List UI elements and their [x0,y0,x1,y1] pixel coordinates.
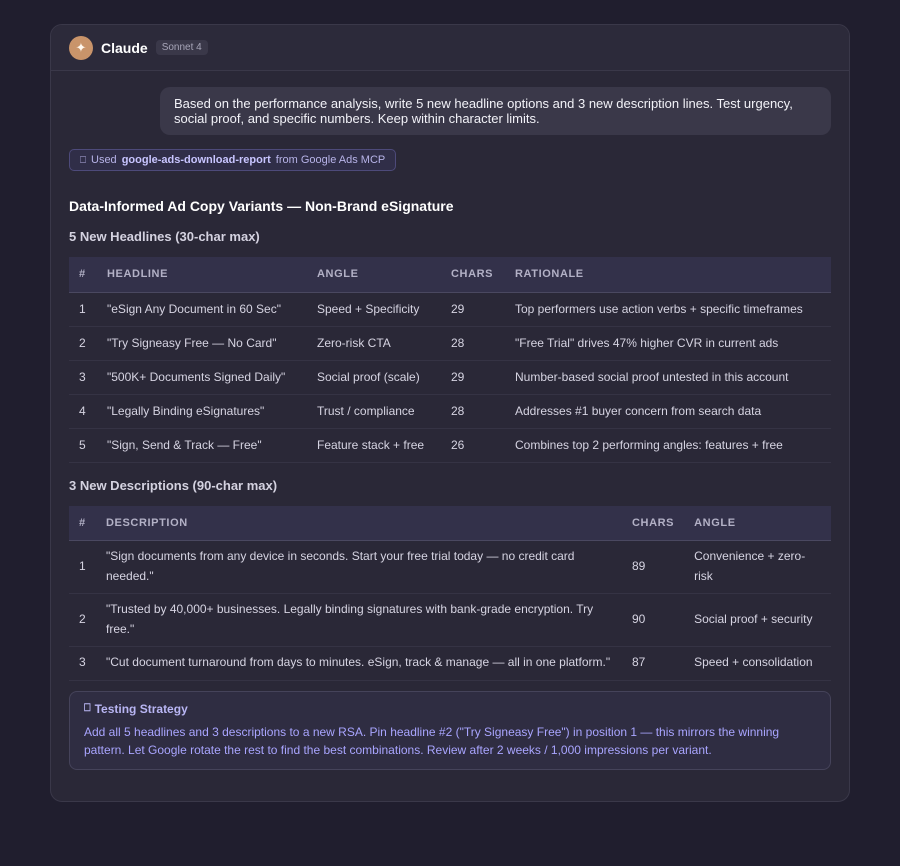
row-number: 1 [69,540,96,594]
row-number: 5 [69,428,97,463]
column-header: # [69,505,96,541]
chars-cell: 26 [441,428,505,463]
callout-body: Add all 5 headlines and 3 descriptions t… [84,724,780,757]
chat-window: ✦ Claude Sonnet 4 Based on the performan… [50,24,850,802]
box-icon: ⎕ [84,702,91,714]
chars-cell: 90 [622,593,685,647]
headline-cell: "eSign Any Document in 60 Sec" [97,292,307,327]
rationale-cell: "Free Trial" drives 47% higher CVR in cu… [505,326,831,361]
chars-cell: 29 [441,292,505,327]
headline-cell: "Try Signeasy Free — No Card" [97,326,307,361]
headline-cell: "Sign, Send & Track — Free" [97,428,307,463]
chars-cell: 89 [622,540,685,594]
table-row: 3 "500K+ Documents Signed Daily" Social … [69,360,831,395]
angle-cell: Speed + Specificity [307,292,441,327]
column-header: ANGLE [307,257,441,293]
row-number: 2 [69,326,97,361]
headline-cell: "Legally Binding eSignatures" [97,394,307,429]
rationale-cell: Addresses #1 buyer concern from search d… [505,394,831,429]
headline-cell: "500K+ Documents Signed Daily" [97,360,307,395]
column-header: HEADLINE [97,257,307,293]
chars-cell: 87 [622,646,685,681]
table-row: 4 "Legally Binding eSignatures" Trust / … [69,394,831,429]
column-header: CHARS [441,257,505,293]
angle-cell: Convenience + zero-risk [684,540,831,594]
headlines-heading: 5 New Headlines (30-char max) [69,229,260,244]
chars-cell: 28 [441,326,505,361]
table-header-row: # DESCRIPTION CHARS ANGLE [69,505,831,541]
response-title: Data-Informed Ad Copy Variants — Non-Bra… [69,198,454,214]
chars-cell: 28 [441,394,505,429]
description-cell: "Trusted by 40,000+ businesses. Legally … [96,593,622,647]
column-header: DESCRIPTION [96,505,622,541]
row-number: 3 [69,646,96,681]
rationale-cell: Combines top 2 performing angles: featur… [505,428,831,463]
column-header: ANGLE [684,505,831,541]
table-row: 2 "Trusted by 40,000+ businesses. Legall… [69,593,831,647]
table-row: 1 "Sign documents from any device in sec… [69,540,831,594]
table-row: 3 "Cut document turnaround from days to … [69,646,831,681]
chars-cell: 29 [441,360,505,395]
row-number: 1 [69,292,97,327]
table-row: 1 "eSign Any Document in 60 Sec" Speed +… [69,292,831,327]
testing-strategy-callout: ⎕ Testing Strategy Add all 5 headlines a… [69,690,831,770]
angle-cell: Speed + consolidation [684,646,831,681]
angle-cell: Trust / compliance [307,394,441,429]
tool-usage-prefix: Used [91,154,117,166]
rationale-cell: Number-based social proof untested in th… [505,360,831,395]
table-row: 5 "Sign, Send & Track — Free" Feature st… [69,428,831,463]
user-message: Based on the performance analysis, write… [160,87,831,135]
angle-cell: Feature stack + free [307,428,441,463]
headlines-table: # HEADLINE ANGLE CHARS RATIONALE 1 "eSig… [69,257,831,463]
model-badge[interactable]: Sonnet 4 [155,40,208,55]
angle-cell: Social proof + security [684,593,831,647]
tool-usage-suffix: from Google Ads MCP [275,154,386,166]
row-number: 2 [69,593,96,647]
row-number: 4 [69,394,97,429]
descriptions-table: # DESCRIPTION CHARS ANGLE 1 "Sign docume… [69,505,831,681]
angle-cell: Zero-risk CTA [307,326,441,361]
tool-usage-chip[interactable]: ⎕ Used google-ads-download-report from G… [69,149,397,171]
description-cell: "Cut document turnaround from days to mi… [96,646,622,681]
tool-icon: ⎕ [80,154,86,166]
conversation: Based on the performance analysis, write… [51,71,849,770]
callout-title: Testing Strategy [94,701,188,716]
table-row: 2 "Try Signeasy Free — No Card" Zero-ris… [69,326,831,361]
claude-avatar-icon: ✦ [69,35,93,60]
row-number: 3 [69,360,97,395]
angle-cell: Social proof (scale) [307,360,441,395]
column-header: CHARS [622,505,685,541]
title-bar: ✦ Claude Sonnet 4 [51,25,849,71]
description-cell: "Sign documents from any device in secon… [96,540,622,594]
table-header-row: # HEADLINE ANGLE CHARS RATIONALE [69,257,831,293]
column-header: # [69,257,97,293]
tool-name: google-ads-download-report [121,154,271,166]
column-header: RATIONALE [505,257,831,293]
rationale-cell: Top performers use action verbs + specif… [505,292,831,327]
descriptions-heading: 3 New Descriptions (90-char max) [69,477,278,493]
app-name: Claude [101,39,148,56]
